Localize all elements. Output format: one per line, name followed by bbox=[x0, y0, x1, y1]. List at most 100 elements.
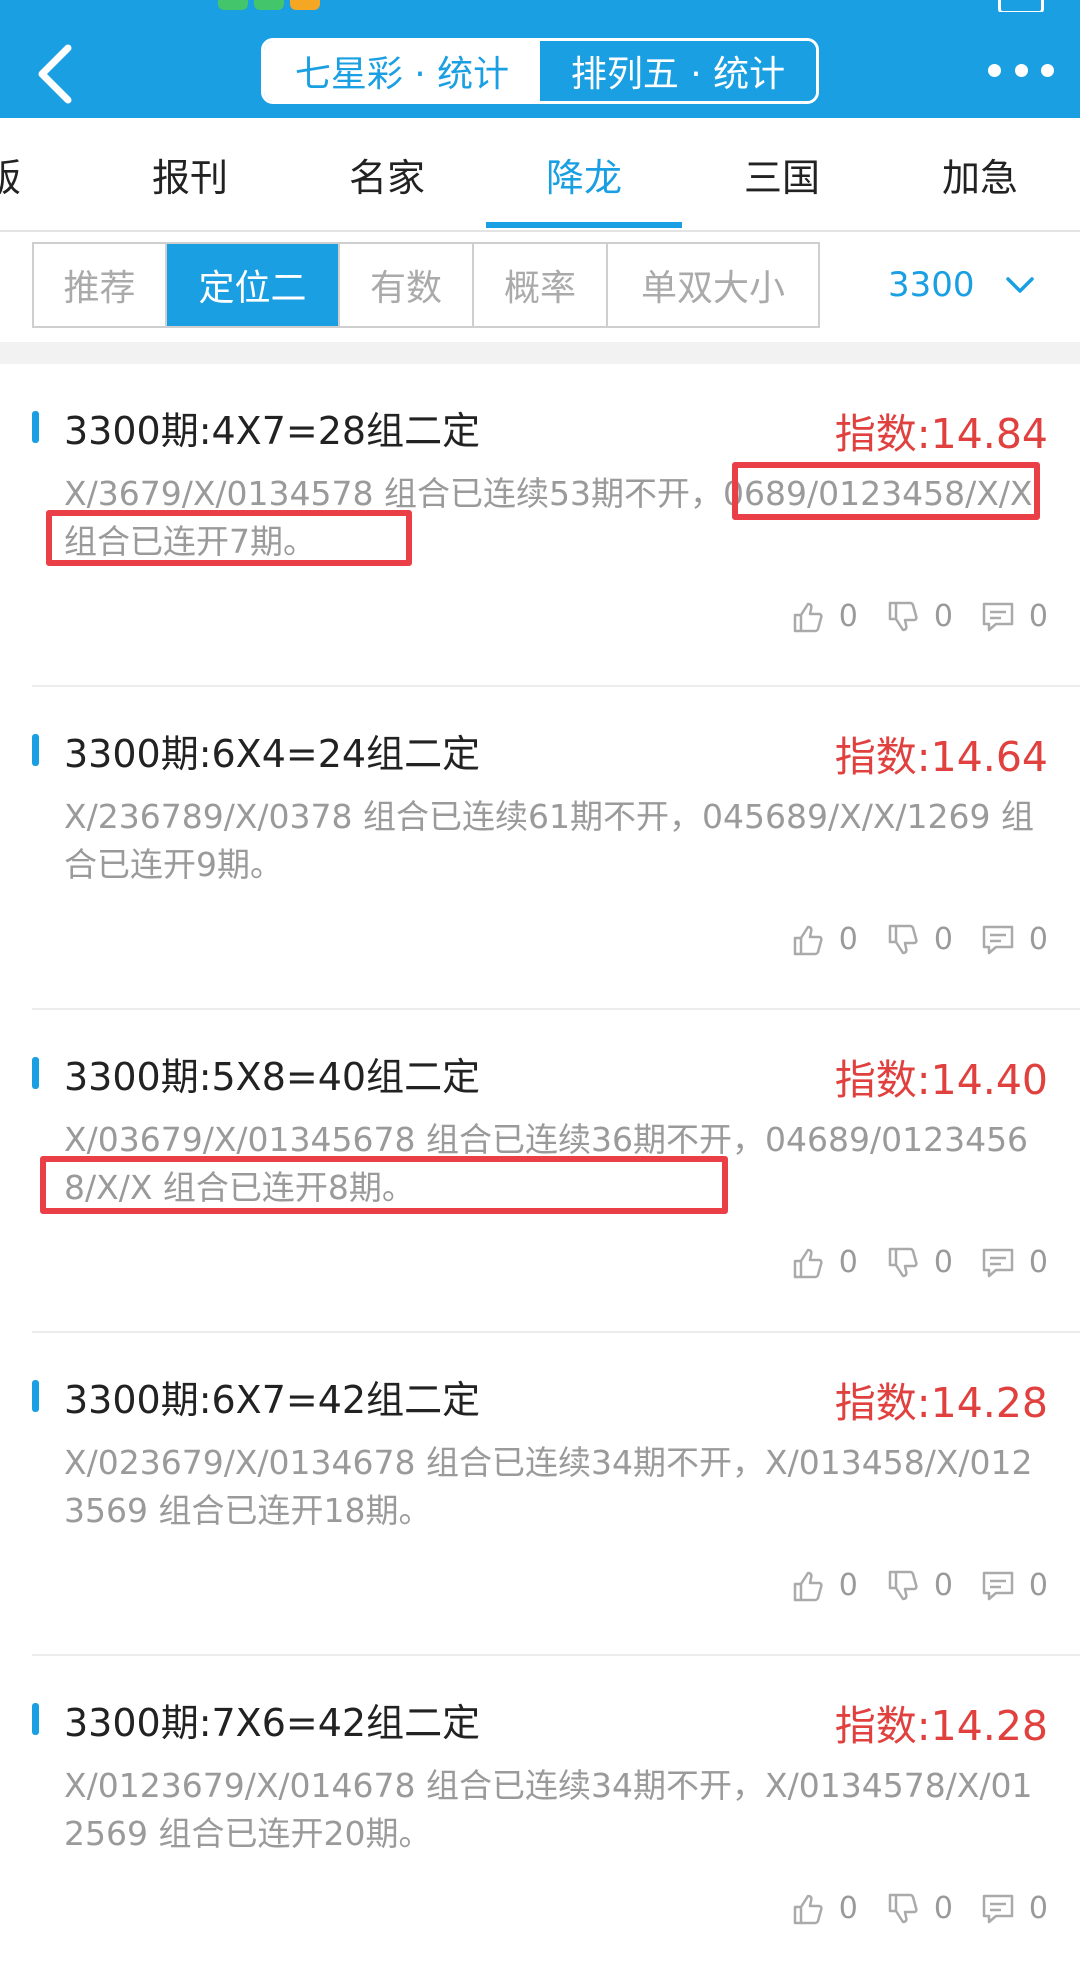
comment-count: 0 bbox=[1028, 599, 1048, 634]
post-actions: 0 0 0 bbox=[763, 1245, 1048, 1280]
thumbs-up-icon bbox=[793, 925, 823, 955]
thumbs-down-icon bbox=[888, 1893, 918, 1923]
highlight-box bbox=[732, 462, 1040, 520]
filter-odd-even-size[interactable]: 单双大小 bbox=[608, 244, 818, 326]
title-marker bbox=[32, 1703, 39, 1735]
lottery-type-tabs: 七星彩 · 统计 排列五 · 统计 bbox=[261, 38, 819, 104]
list-item[interactable]: 3300期:5X8=40组二定 指数:14.40 X/03679/X/01345… bbox=[0, 1010, 1080, 1333]
dislike-count: 0 bbox=[933, 922, 953, 957]
like-button[interactable]: 0 bbox=[791, 1568, 858, 1603]
status-indicators bbox=[980, 0, 1044, 12]
thumbs-up-icon bbox=[793, 1894, 823, 1924]
post-index: 指数:14.28 bbox=[834, 1702, 1048, 1750]
like-count: 0 bbox=[838, 1245, 858, 1280]
post-actions: 0 0 0 bbox=[763, 599, 1048, 634]
post-actions: 0 0 0 bbox=[763, 1891, 1048, 1926]
thumbs-down-icon bbox=[888, 924, 918, 954]
title-marker bbox=[32, 734, 39, 766]
tab-qixingcai-stats[interactable]: 七星彩 · 统计 bbox=[264, 41, 540, 101]
comment-count: 0 bbox=[1028, 1891, 1048, 1926]
thumbs-up-icon bbox=[793, 1248, 823, 1278]
category-tabs: 版 报刊 名家 降龙 三国 加急 bbox=[0, 118, 1080, 232]
filter-bar: 推荐 定位二 有数 概率 单双大小 3300 bbox=[0, 232, 1080, 342]
chevron-down-icon bbox=[1005, 277, 1034, 293]
status-app-icons bbox=[218, 0, 326, 12]
comment-button[interactable]: 0 bbox=[981, 922, 1048, 957]
dislike-count: 0 bbox=[933, 1891, 953, 1926]
back-button[interactable] bbox=[28, 38, 88, 108]
post-title: 3300期:5X8=40组二定 bbox=[64, 1055, 481, 1099]
thumbs-up-icon bbox=[793, 602, 823, 632]
dislike-count: 0 bbox=[933, 599, 953, 634]
more-dots-icon bbox=[988, 63, 1001, 77]
dislike-count: 0 bbox=[933, 1245, 953, 1280]
like-button[interactable]: 0 bbox=[791, 599, 858, 634]
like-count: 0 bbox=[838, 1568, 858, 1603]
post-title: 3300期:7X6=42组二定 bbox=[64, 1701, 481, 1745]
comment-count: 0 bbox=[1028, 922, 1048, 957]
like-button[interactable]: 0 bbox=[791, 1891, 858, 1926]
dislike-count: 0 bbox=[933, 1568, 953, 1603]
filter-group: 推荐 定位二 有数 概率 单双大小 bbox=[32, 242, 820, 328]
tab-jiaji[interactable]: 加急 bbox=[882, 118, 1078, 230]
dislike-button[interactable]: 0 bbox=[886, 599, 953, 634]
filter-probability[interactable]: 概率 bbox=[474, 244, 608, 326]
dislike-button[interactable]: 0 bbox=[886, 1245, 953, 1280]
post-actions: 0 0 0 bbox=[763, 922, 1048, 957]
like-count: 0 bbox=[838, 1891, 858, 1926]
tab-xianglong[interactable]: 降龙 bbox=[486, 118, 682, 230]
title-marker bbox=[32, 1057, 39, 1089]
list-item[interactable]: 3300期:7X6=42组二定 指数:14.28 X/0123679/X/014… bbox=[0, 1656, 1080, 1979]
comment-button[interactable]: 0 bbox=[981, 1245, 1048, 1280]
list-item[interactable]: 3300期:6X7=42组二定 指数:14.28 X/023679/X/0134… bbox=[0, 1333, 1080, 1656]
more-options-button[interactable] bbox=[988, 50, 1054, 90]
dislike-button[interactable]: 0 bbox=[886, 922, 953, 957]
like-button[interactable]: 0 bbox=[791, 922, 858, 957]
thumbs-up-icon bbox=[793, 1571, 823, 1601]
post-list: 3300期:4X7=28组二定 指数:14.84 X/3679/X/013457… bbox=[0, 364, 1080, 1979]
filter-recommend[interactable]: 推荐 bbox=[34, 244, 167, 326]
highlight-box bbox=[46, 510, 412, 566]
comment-icon bbox=[982, 602, 1014, 631]
post-index: 指数:14.64 bbox=[834, 733, 1048, 781]
post-index: 指数:14.40 bbox=[834, 1056, 1048, 1104]
like-count: 0 bbox=[838, 922, 858, 957]
comment-button[interactable]: 0 bbox=[981, 1568, 1048, 1603]
list-item[interactable]: 3300期:4X7=28组二定 指数:14.84 X/3679/X/013457… bbox=[0, 364, 1080, 687]
tab-category-0[interactable]: 版 bbox=[0, 118, 100, 230]
filter-position-two[interactable]: 定位二 bbox=[167, 244, 340, 326]
post-description: X/023679/X/0134678 组合已连续34期不开，X/013458/X… bbox=[64, 1443, 1033, 1530]
post-index: 指数:14.84 bbox=[834, 410, 1048, 458]
post-title: 3300期:4X7=28组二定 bbox=[64, 409, 481, 453]
chevron-left-icon bbox=[38, 44, 72, 104]
tab-sanguo[interactable]: 三国 bbox=[684, 118, 880, 230]
comment-icon bbox=[982, 1894, 1014, 1923]
post-title: 3300期:6X7=42组二定 bbox=[64, 1378, 481, 1422]
list-item[interactable]: 3300期:6X4=24组二定 指数:14.64 X/236789/X/0378… bbox=[0, 687, 1080, 1010]
status-bar bbox=[0, 0, 1080, 12]
tab-mingjia[interactable]: 名家 bbox=[289, 118, 485, 230]
comment-icon bbox=[982, 1248, 1014, 1277]
comment-count: 0 bbox=[1028, 1568, 1048, 1603]
comment-button[interactable]: 0 bbox=[981, 599, 1048, 634]
post-title: 3300期:6X4=24组二定 bbox=[64, 732, 481, 776]
tab-pailie5-stats[interactable]: 排列五 · 统计 bbox=[540, 41, 816, 101]
post-index: 指数:14.28 bbox=[834, 1379, 1048, 1427]
thumbs-down-icon bbox=[888, 601, 918, 631]
dislike-button[interactable]: 0 bbox=[886, 1891, 953, 1926]
app-header: 七星彩 · 统计 排列五 · 统计 bbox=[0, 0, 1080, 118]
title-marker bbox=[32, 411, 39, 443]
post-description: X/236789/X/0378 组合已连续61期不开，045689/X/X/12… bbox=[64, 797, 1035, 884]
period-select-value: 3300 bbox=[888, 265, 975, 305]
active-tab-indicator bbox=[486, 222, 682, 228]
tab-baokan[interactable]: 报刊 bbox=[92, 118, 288, 230]
period-select[interactable]: 3300 bbox=[888, 242, 1035, 328]
thumbs-down-icon bbox=[888, 1570, 918, 1600]
title-marker bbox=[32, 1380, 39, 1412]
dislike-button[interactable]: 0 bbox=[886, 1568, 953, 1603]
like-button[interactable]: 0 bbox=[791, 1245, 858, 1280]
thumbs-down-icon bbox=[888, 1247, 918, 1277]
comment-button[interactable]: 0 bbox=[981, 1891, 1048, 1926]
highlight-box bbox=[40, 1156, 728, 1214]
filter-has-numbers[interactable]: 有数 bbox=[340, 244, 474, 326]
